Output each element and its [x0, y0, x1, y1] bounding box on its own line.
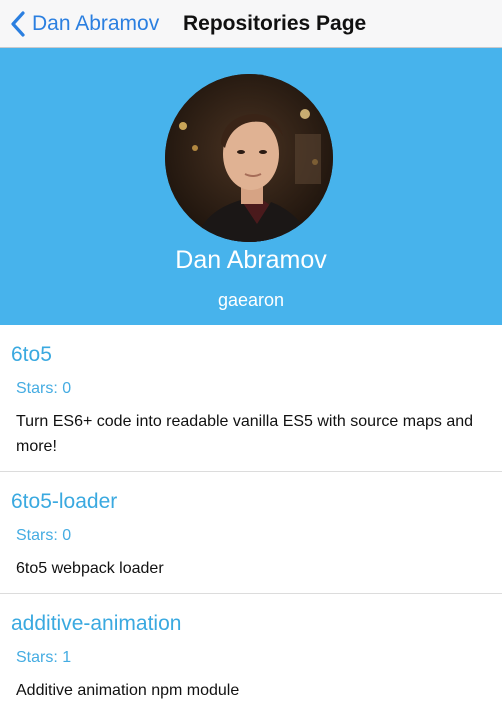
list-item[interactable]: 6to5 Stars: 0 Turn ES6+ code into readab…: [0, 325, 502, 471]
profile-login: gaearon: [217, 290, 285, 310]
repo-stars: Stars: 0: [16, 527, 72, 544]
repo-name[interactable]: 6to5: [11, 342, 502, 368]
repository-list: 6to5 Stars: 0 Turn ES6+ code into readab…: [0, 325, 502, 703]
back-button-label[interactable]: Dan Abramov: [32, 12, 159, 36]
back-button[interactable]: Dan Abramov: [0, 0, 159, 48]
profile-name: Dan Abramov: [175, 246, 327, 274]
repo-description: 6to5 webpack loader: [16, 560, 164, 577]
repo-name[interactable]: 6to5-loader: [11, 489, 502, 515]
repo-description: Turn ES6+ code into readable vanilla ES5…: [16, 413, 474, 455]
repo-stars: Stars: 0: [16, 380, 72, 397]
repo-name[interactable]: additive-animation: [11, 611, 502, 637]
chevron-left-icon: [11, 11, 25, 37]
profile-header: Dan Abramov gaearon: [0, 48, 502, 325]
repo-description: Additive animation npm module: [16, 682, 240, 699]
page-title: Repositories Page: [183, 12, 367, 35]
list-item[interactable]: 6to5-loader Stars: 0 6to5 webpack loader: [0, 471, 502, 593]
repo-stars: Stars: 1: [16, 649, 72, 666]
navigation-bar: Dan Abramov Repositories Page: [0, 0, 502, 48]
list-item[interactable]: additive-animation Stars: 1 Additive ani…: [0, 593, 502, 703]
avatar: [165, 74, 333, 242]
